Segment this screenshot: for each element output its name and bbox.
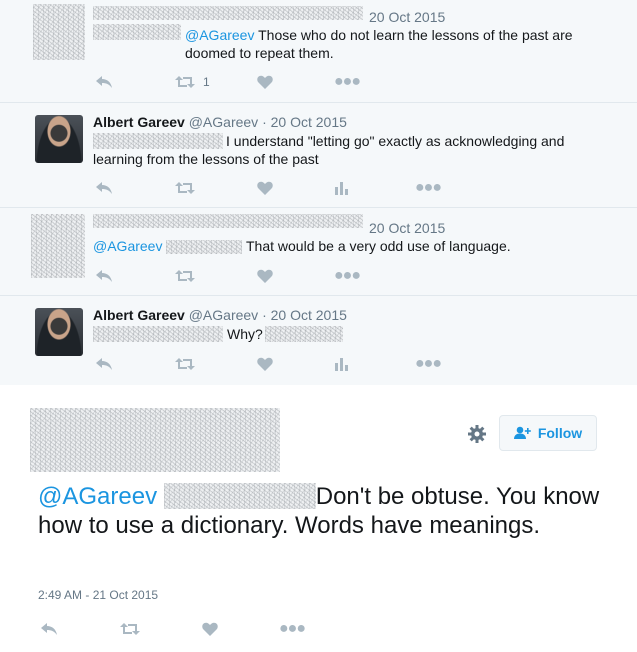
settings-button[interactable] — [467, 424, 487, 444]
tweet-text: Why? — [227, 326, 263, 342]
author-name[interactable]: Albert Gareev — [93, 114, 185, 130]
more-button[interactable]: ●●● — [334, 266, 361, 286]
follow-button[interactable]: Follow — [499, 415, 597, 451]
heart-icon — [257, 269, 273, 283]
more-icon: ●●● — [415, 355, 442, 372]
reply-button[interactable] — [95, 266, 113, 286]
retweet-button[interactable] — [120, 619, 140, 639]
gear-icon — [468, 425, 486, 443]
tweet-header: Albert Gareev @AGareev · 20 Oct 2015 — [93, 114, 347, 130]
more-icon: ●●● — [334, 267, 361, 284]
more-icon: ●●● — [334, 73, 361, 90]
more-icon: ●●● — [279, 620, 306, 637]
reply-tweet-3[interactable]: 20 Oct 2015 @AGareev That would be a ver… — [0, 208, 637, 296]
analytics-button[interactable] — [335, 354, 349, 374]
retweet-icon — [175, 182, 195, 194]
like-button[interactable] — [202, 619, 218, 639]
like-button[interactable] — [257, 178, 273, 198]
reply-icon — [41, 623, 57, 635]
analytics-icon — [335, 358, 348, 371]
reply-icon — [96, 270, 112, 282]
mention-link[interactable]: @AGareev — [38, 483, 157, 510]
retweet-count: 1 — [203, 75, 210, 89]
author-handle[interactable]: @AGareev — [189, 114, 258, 130]
reply-tweet-4[interactable]: Albert Gareev @AGareev · 20 Oct 2015 Why… — [0, 296, 637, 386]
redacted-reply-to — [93, 24, 181, 40]
redacted-handle — [166, 240, 243, 255]
mention-link[interactable]: @AGareev — [93, 238, 162, 254]
more-button[interactable]: ●●● — [334, 72, 361, 92]
redacted-author — [30, 408, 280, 472]
like-button[interactable] — [257, 354, 273, 374]
tweet-header: Albert Gareev @AGareev · 20 Oct 2015 — [93, 307, 347, 323]
reply-button[interactable] — [95, 178, 113, 198]
reply-button[interactable] — [95, 354, 113, 374]
like-button[interactable] — [257, 72, 273, 92]
main-tweet-text: @AGareev Don't be obtuse. You know how t… — [38, 483, 600, 539]
retweet-icon — [175, 76, 195, 88]
reply-icon — [96, 76, 112, 88]
tweet-time[interactable]: 20 Oct 2015 — [271, 307, 347, 323]
heart-icon — [257, 75, 273, 89]
retweet-button[interactable]: 1 — [175, 72, 210, 92]
reply-button[interactable] — [40, 619, 58, 639]
analytics-button[interactable] — [335, 178, 349, 198]
more-button[interactable]: ●●● — [415, 178, 442, 198]
mention-link[interactable]: @AGareev — [185, 27, 254, 43]
tweet-text: I understand "letting go" exactly as ack… — [93, 133, 565, 167]
retweet-button[interactable] — [175, 354, 195, 374]
retweet-icon — [175, 358, 195, 370]
author-handle[interactable]: @AGareev — [189, 307, 258, 323]
avatar[interactable] — [35, 308, 83, 356]
tweet-time[interactable]: 20 Oct 2015 — [369, 9, 445, 25]
more-button[interactable]: ●●● — [415, 354, 442, 374]
redacted-avatar — [33, 4, 85, 60]
retweet-button[interactable] — [175, 178, 195, 198]
more-icon: ●●● — [415, 179, 442, 196]
follow-label: Follow — [537, 425, 583, 441]
redacted-text — [265, 326, 343, 342]
analytics-icon — [335, 182, 348, 195]
tweet-timestamp[interactable]: 2:49 AM - 21 Oct 2015 — [38, 588, 158, 602]
reply-icon — [96, 358, 112, 370]
author-name[interactable]: Albert Gareev — [93, 307, 185, 323]
reply-tweet-2[interactable]: Albert Gareev @AGareev · 20 Oct 2015 I u… — [0, 103, 637, 208]
reply-icon — [96, 182, 112, 194]
heart-icon — [202, 622, 218, 636]
redacted-handle — [163, 483, 316, 509]
tweet-time[interactable]: 20 Oct 2015 — [271, 114, 347, 130]
retweet-icon — [175, 270, 195, 282]
reply-button[interactable] — [95, 72, 113, 92]
reply-tweet-1[interactable]: 20 Oct 2015 @AGareev Those who do not le… — [0, 0, 637, 103]
more-button[interactable]: ●●● — [279, 619, 306, 639]
like-button[interactable] — [257, 266, 273, 286]
redacted-name — [93, 6, 363, 20]
redacted-name — [93, 214, 363, 228]
add-user-icon — [513, 426, 531, 439]
redacted-avatar — [31, 214, 85, 278]
tweet-text: @AGareev Those who do not learn the less… — [185, 27, 573, 61]
avatar[interactable] — [35, 115, 83, 163]
retweet-icon — [120, 623, 140, 635]
heart-icon — [257, 357, 273, 371]
redacted-reply-to — [93, 326, 223, 342]
heart-icon — [257, 181, 273, 195]
tweet-time[interactable]: 20 Oct 2015 — [369, 220, 445, 236]
tweet-text: @AGareev That would be a very odd use of… — [93, 238, 511, 255]
retweet-button[interactable] — [175, 266, 195, 286]
